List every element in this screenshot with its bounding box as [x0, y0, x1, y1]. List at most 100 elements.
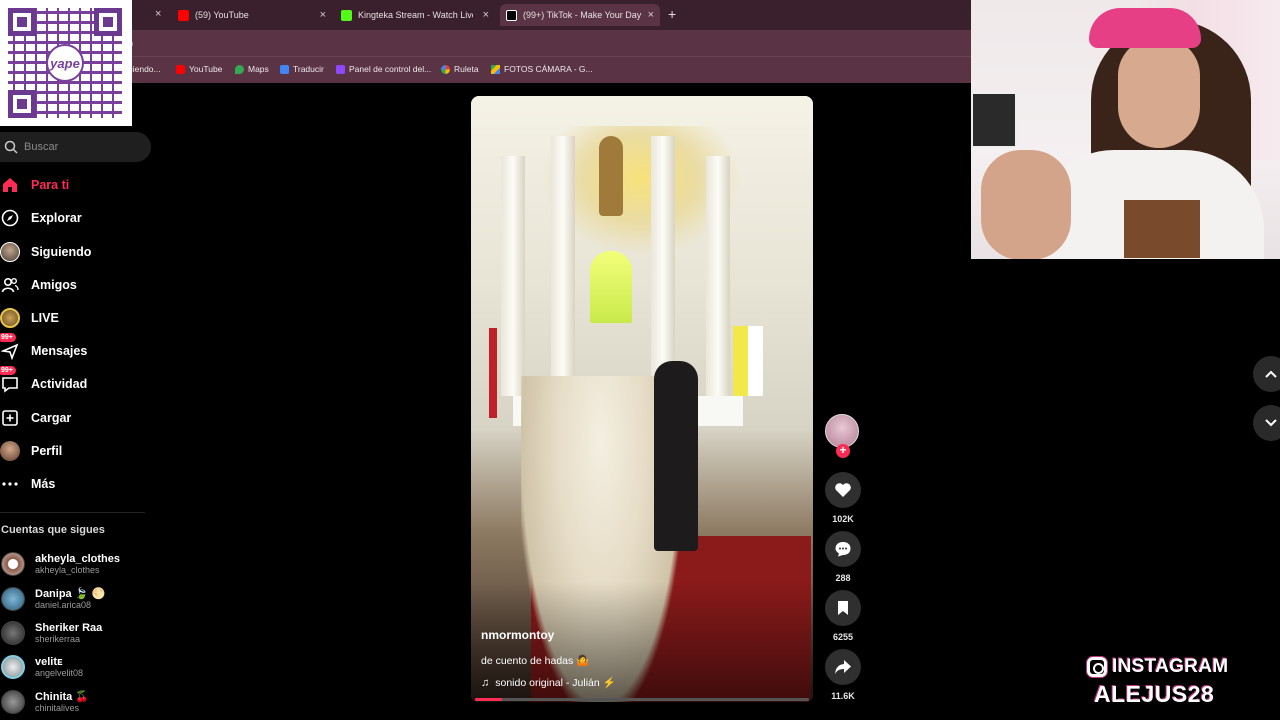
account-handle: angelvelit08 [35, 667, 84, 678]
qr-finder [8, 8, 36, 36]
followed-account[interactable]: Chinita 🍒 chinitalives [1, 688, 89, 716]
followed-account[interactable]: velitᴇ angelvelit08 [1, 653, 83, 681]
more-icon [0, 474, 20, 494]
share-button[interactable] [825, 649, 861, 685]
live-icon [0, 308, 20, 328]
qr-finder [8, 90, 36, 118]
search-bar[interactable] [0, 132, 151, 162]
notification-badge: 99+ [0, 333, 16, 342]
bookmark-youtube[interactable]: YouTube [176, 64, 222, 74]
tab-label: (99+) TikTok - Make Your Day [523, 10, 642, 20]
close-tab-icon[interactable]: × [648, 9, 654, 21]
close-tab-icon[interactable]: × [155, 8, 161, 20]
save-count: 6255 [832, 632, 854, 642]
tab-youtube[interactable]: (59) YouTube × [178, 4, 330, 26]
tab-kick[interactable]: Kingteka Stream - Watch Live o × [341, 4, 493, 26]
save-button[interactable] [825, 590, 861, 626]
comment-button[interactable] [825, 531, 861, 567]
pink-headband [1089, 8, 1201, 48]
nav-label: Más [31, 477, 56, 491]
nav-label: Actividad [31, 377, 88, 391]
nav-label: Explorar [31, 211, 82, 225]
bookmark-maps[interactable]: Maps [235, 64, 269, 74]
browser-tab-bar: × (59) YouTube × Kingteka Stream - Watch… [0, 0, 971, 30]
nav-live[interactable]: LIVE [0, 305, 59, 331]
instagram-icon [1087, 657, 1107, 677]
nav-explorar[interactable]: Explorar [0, 205, 82, 231]
bookmark-translate[interactable]: Traducir [280, 64, 324, 74]
video-player[interactable] [471, 96, 813, 702]
nav-label: Perfil [31, 444, 63, 458]
tab-tiktok[interactable]: (99+) TikTok - Make Your Day × [500, 4, 660, 26]
nav-actividad[interactable]: 99+ Actividad [0, 366, 88, 397]
followed-account[interactable]: Danipa 🍃 🌕 daniel.arica08 [1, 585, 105, 613]
nav-label: Para ti [31, 178, 70, 192]
account-handle: chinitalives [35, 702, 80, 713]
bookmark-drive[interactable]: FOTOS CÁMARA - G... [491, 64, 593, 74]
nav-siguiendo[interactable]: Siguiendo [0, 239, 91, 265]
music-label: sonido original - Julián ⚡ [495, 677, 616, 689]
account-name: Danipa 🍃 🌕 [35, 587, 106, 600]
nav-mas[interactable]: Más [0, 471, 55, 497]
video-progress-bar[interactable] [475, 698, 809, 701]
video-author[interactable]: nmormontoy [481, 628, 554, 642]
bookmark-twitch-panel[interactable]: Panel de control del... [336, 64, 431, 74]
bookmark-item[interactable]: uiendo... [128, 64, 161, 74]
close-tab-icon[interactable]: × [483, 9, 489, 21]
avatar [1, 621, 25, 645]
streamer-arm [981, 150, 1071, 259]
followed-account[interactable]: Sheriker Raa sherikerraa [1, 619, 102, 647]
address-bar[interactable]: n [0, 30, 971, 56]
activity-icon: 99+ [0, 366, 20, 394]
nav-label: Cargar [31, 411, 72, 425]
bookmark-icon [838, 601, 848, 615]
nav-mensajes[interactable]: 99+ Mensajes [0, 333, 87, 364]
nav-para-ti[interactable]: Para ti [0, 172, 69, 198]
avatar [1, 552, 25, 576]
comment-icon [835, 542, 851, 557]
bookmarks-bar: uiendo... YouTube Maps Traducir Panel de… [0, 56, 971, 83]
video-caption: de cuento de hadas 🤷 [481, 655, 590, 667]
video-music[interactable]: ♫ sonido original - Julián ⚡ [481, 676, 616, 690]
close-tab-icon[interactable]: × [320, 9, 326, 21]
account-name: Chinita 🍒 [35, 690, 90, 703]
search-input[interactable] [24, 141, 134, 153]
youtube-icon [178, 9, 189, 21]
account-handle: sherikerraa [35, 633, 81, 644]
qr-finder [94, 8, 122, 36]
previous-video-button[interactable] [1253, 356, 1280, 392]
like-count: 102K [832, 514, 854, 524]
followed-account[interactable]: akheyla_clothes akheyla_clothes [1, 550, 120, 578]
search-icon [4, 140, 18, 154]
account-handle: akheyla_clothes [35, 564, 100, 575]
new-tab-button[interactable]: + [668, 6, 676, 22]
like-button[interactable] [825, 472, 861, 508]
home-icon [0, 175, 20, 195]
instagram-overlay: INSTAGRAM [1087, 656, 1257, 678]
bookmark-ruleta[interactable]: Ruleta [441, 64, 479, 74]
notification-badge: 99+ [0, 366, 16, 375]
nav-perfil[interactable]: Perfil [0, 438, 62, 464]
follow-plus-icon[interactable]: + [836, 444, 850, 458]
music-note-icon: ♫ [481, 676, 490, 689]
messages-icon: 99+ [0, 333, 20, 361]
compass-icon [0, 208, 20, 228]
vatican-flag [733, 326, 763, 396]
next-video-button[interactable] [1253, 405, 1280, 441]
tab-label: Kingteka Stream - Watch Live o [358, 10, 473, 20]
avatar [1, 690, 25, 714]
progress-fill [475, 698, 502, 701]
account-handle: daniel.arica08 [35, 599, 92, 610]
altar-column [651, 136, 675, 396]
nav-label: Siguiendo [31, 245, 92, 259]
groom [654, 361, 698, 551]
account-name: velitᴇ [35, 655, 63, 668]
roulette-icon [441, 64, 450, 74]
video-frame [471, 96, 813, 702]
nav-amigos[interactable]: Amigos [0, 272, 77, 298]
yape-qr-code: yape [0, 0, 132, 126]
wall-picture [971, 92, 1017, 148]
nav-cargar[interactable]: Cargar [0, 405, 71, 431]
youtube-icon [176, 64, 185, 74]
following-section-title: Cuentas que sigues [1, 524, 105, 536]
